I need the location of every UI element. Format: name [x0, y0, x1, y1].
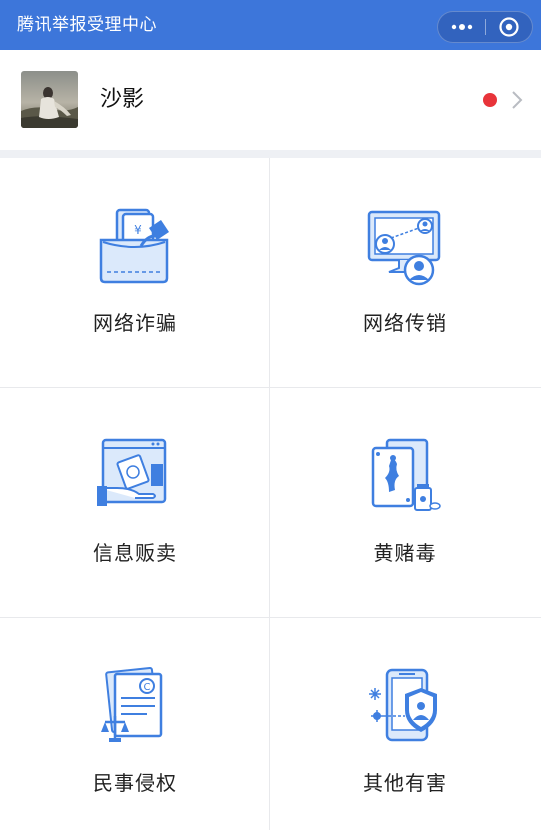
chevron-right-icon [512, 91, 523, 109]
avatar [21, 71, 78, 128]
notification-dot [483, 93, 497, 107]
category-grid: ¥ 网络诈骗 网络传销 信息贩卖 黄赌毒 C 民事侵权 其他有害 [0, 158, 541, 830]
category-label: 网络诈骗 [93, 311, 177, 335]
money-hand-icon [97, 438, 167, 506]
more-button[interactable] [438, 12, 485, 42]
category-label: 其他有害 [363, 771, 447, 795]
category-info-selling[interactable]: 信息贩卖 [0, 388, 270, 618]
category-pyramid-scheme[interactable]: 网络传销 [270, 158, 541, 388]
cards-drugs-icon [371, 438, 441, 511]
mini-program-capsule [437, 11, 533, 43]
more-dots-icon [451, 24, 472, 30]
username: 沙影 [100, 87, 145, 112]
network-people-icon [367, 210, 441, 286]
close-circle-icon [499, 17, 519, 37]
svg-text:C: C [144, 682, 151, 693]
close-button[interactable] [486, 12, 532, 42]
svg-text:¥: ¥ [134, 223, 142, 237]
category-other-harmful[interactable]: 其他有害 [270, 618, 541, 830]
category-label: 信息贩卖 [93, 541, 177, 565]
category-vice[interactable]: 黄赌毒 [270, 388, 541, 618]
phone-shield-icon [369, 668, 437, 742]
copyright-document-icon: C [101, 666, 163, 742]
title-bar: 腾讯举报受理中心 [0, 0, 541, 50]
category-online-fraud[interactable]: ¥ 网络诈骗 [0, 158, 270, 388]
category-civil-infringement[interactable]: C 民事侵权 [0, 618, 270, 830]
app-title: 腾讯举报受理中心 [17, 15, 157, 35]
section-separator [0, 150, 541, 158]
category-label: 民事侵权 [93, 771, 177, 795]
category-label: 网络传销 [363, 311, 447, 335]
wallet-card-icon: ¥ [99, 208, 169, 284]
user-profile-row[interactable]: 沙影 [0, 50, 541, 150]
category-label: 黄赌毒 [373, 541, 437, 565]
